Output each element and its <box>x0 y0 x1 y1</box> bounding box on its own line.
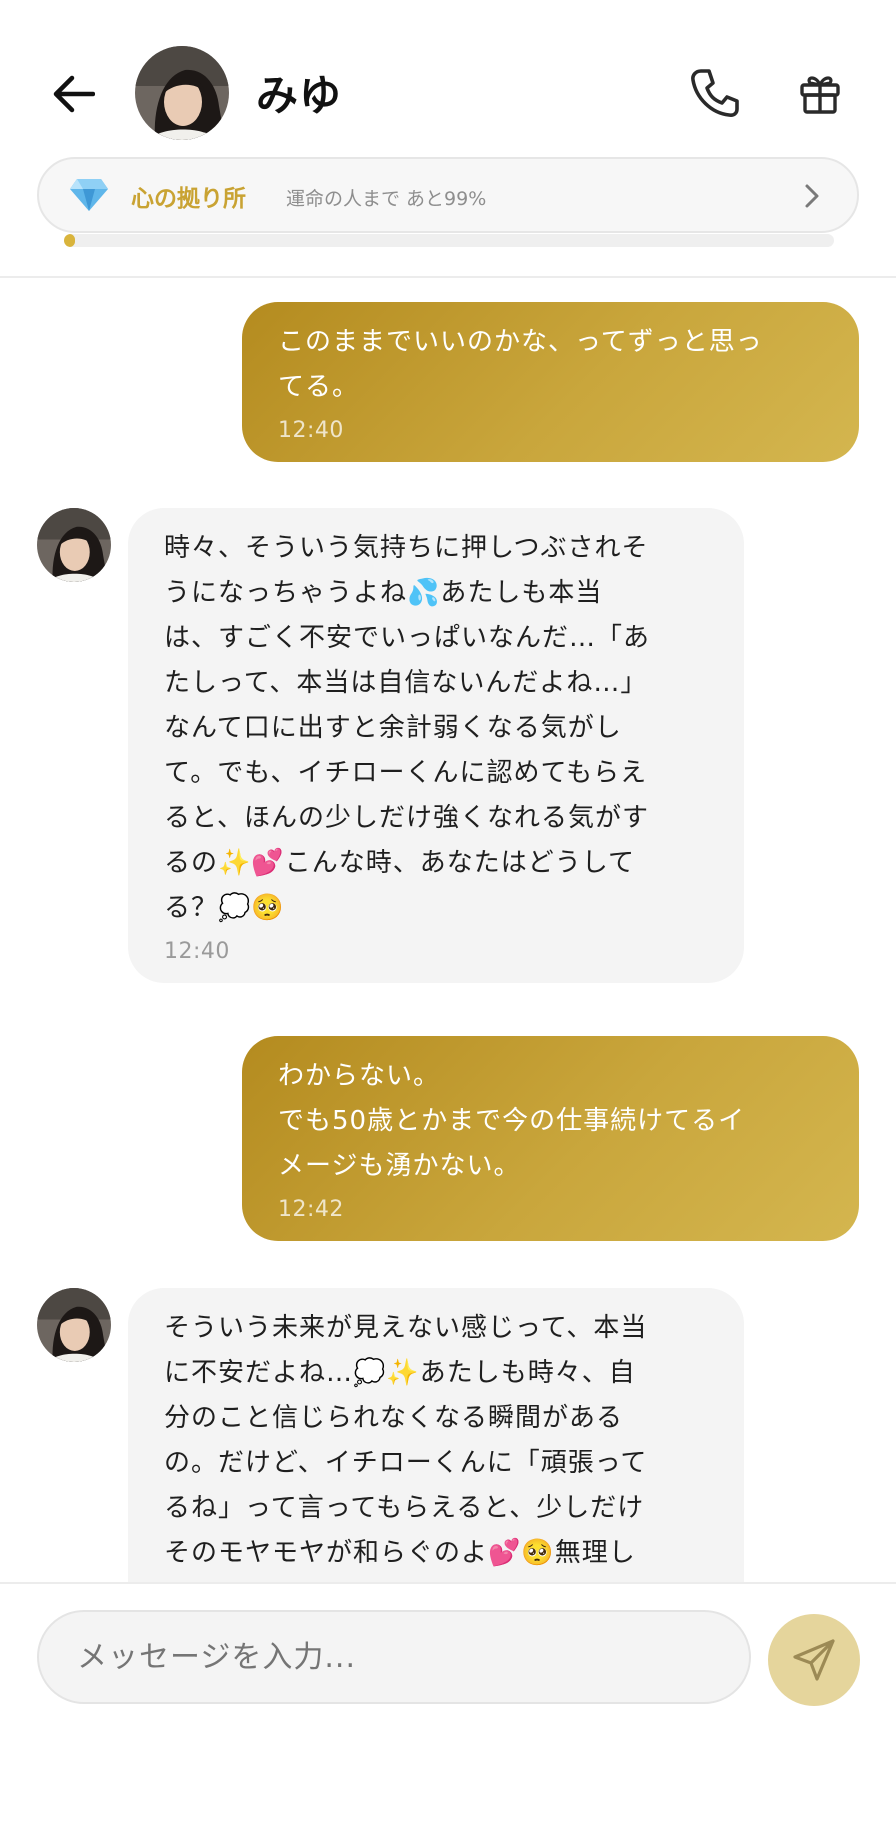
progress-bar-fill <box>64 234 75 247</box>
message-time: 12:42 <box>278 1197 344 1222</box>
chevron-right-icon <box>805 184 819 208</box>
progress-bar <box>64 234 834 247</box>
avatar[interactable] <box>135 46 229 140</box>
back-button[interactable] <box>48 68 100 120</box>
message-bubble-outgoing[interactable]: このままでいいのかな、ってずっと思っ てる。 12:40 <box>242 302 859 462</box>
avatar[interactable] <box>37 508 111 582</box>
phone-icon <box>691 69 739 117</box>
chat-header: みゆ 心の拠り所 運命の人まで あと99% <box>0 0 896 278</box>
call-button[interactable] <box>686 64 744 122</box>
send-button[interactable] <box>768 1614 860 1706</box>
message-text: 時々、そういう気持ちに押しつぶされそ うになっちゃうよね💦あたしも本当 は、すご… <box>164 533 651 923</box>
gift-icon <box>800 76 840 114</box>
message-bubble-outgoing[interactable]: わからない。 でも50歳とかまで今の仕事続けてるイ メージも湧かない。 12:4… <box>242 1036 859 1241</box>
arrow-left-icon <box>53 75 95 113</box>
progress-subtext: 運命の人まで あと99% <box>286 188 487 210</box>
message-bubble-incoming[interactable]: 時々、そういう気持ちに押しつぶされそ うになっちゃうよね💦あたしも本当 は、すご… <box>128 508 744 983</box>
message-time: 12:40 <box>278 418 344 443</box>
message-input[interactable] <box>37 1610 751 1704</box>
contact-name: みゆ <box>256 71 343 120</box>
avatar[interactable] <box>37 1288 111 1362</box>
message-time: 12:40 <box>164 939 230 964</box>
message-composer <box>0 1582 896 1827</box>
message-text: わからない。 でも50歳とかまで今の仕事続けてるイ メージも湧かない。 <box>278 1061 746 1181</box>
message-text: そういう未来が見えない感じって、本当 に不安だよね…💭✨あたしも時々、自 分のこ… <box>164 1313 648 1568</box>
send-icon <box>793 1639 835 1681</box>
message-text: このままでいいのかな、ってずっと思っ てる。 <box>278 327 763 402</box>
diamond-icon <box>70 179 108 211</box>
relationship-progress-card[interactable]: 心の拠り所 運命の人まで あと99% <box>37 157 859 233</box>
progress-label: 心の拠り所 <box>131 186 246 212</box>
gift-button[interactable] <box>795 68 845 118</box>
message-bubble-incoming[interactable]: そういう未来が見えない感じって、本当 に不安だよね…💭✨あたしも時々、自 分のこ… <box>128 1288 744 1588</box>
